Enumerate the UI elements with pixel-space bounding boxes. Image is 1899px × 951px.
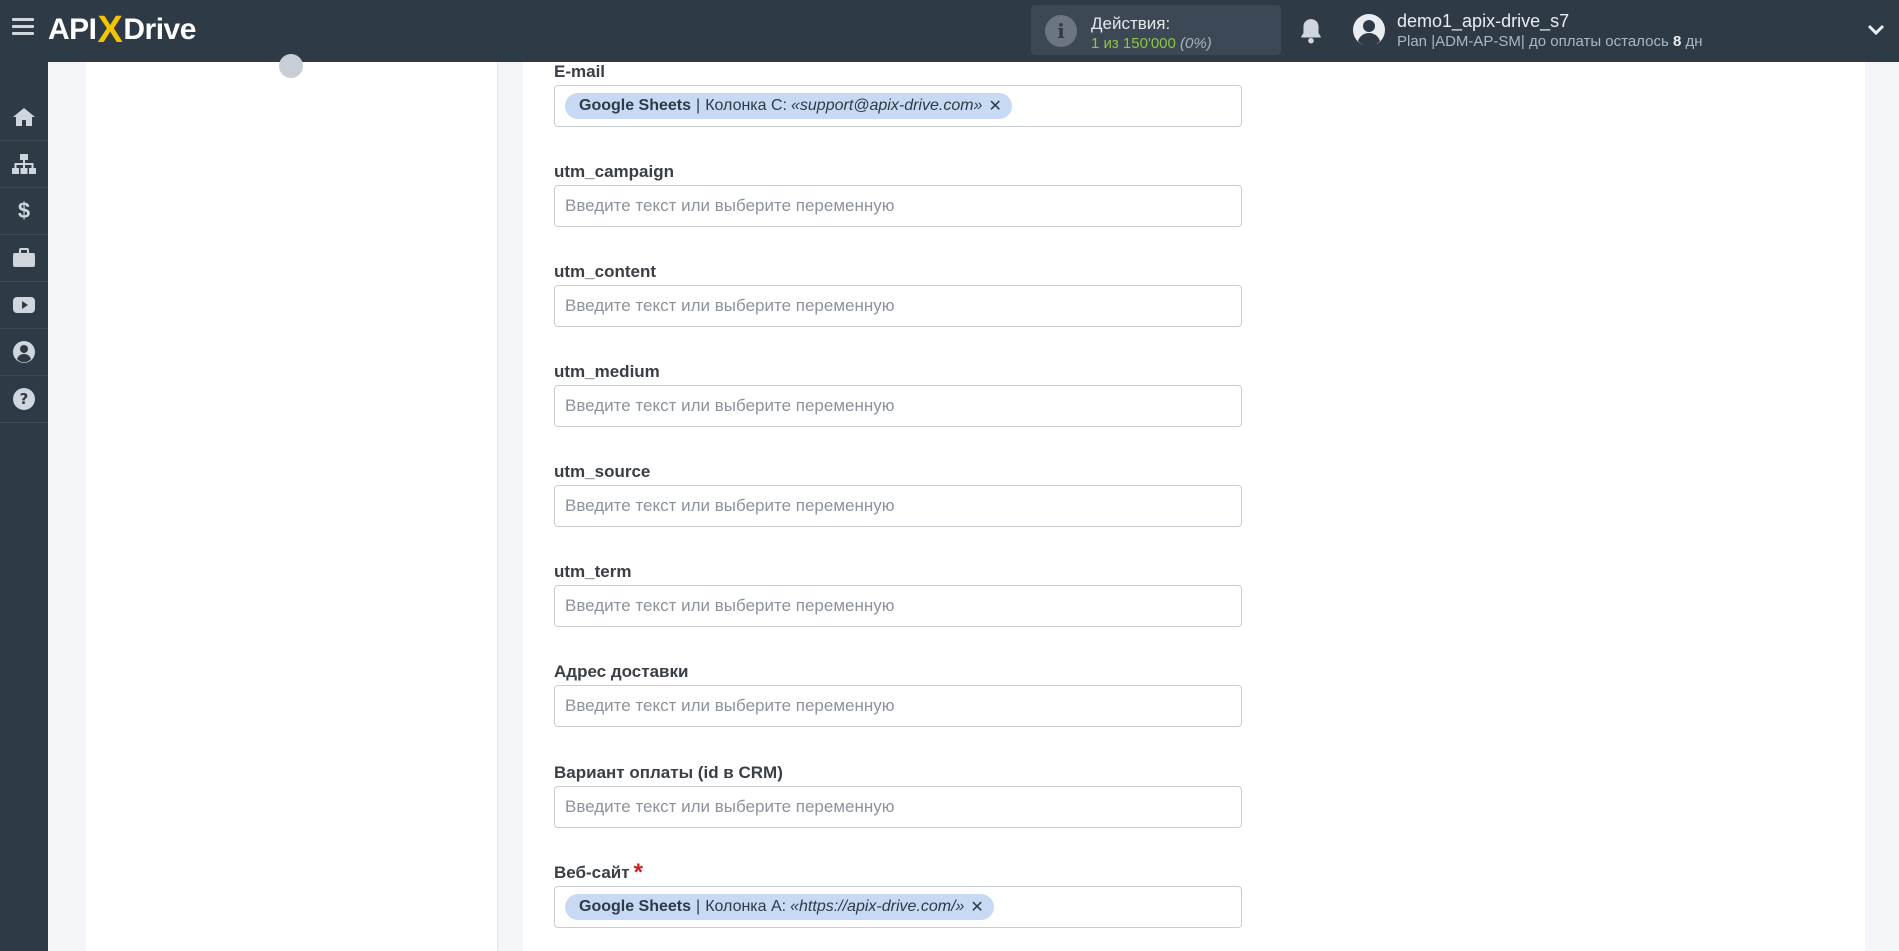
sitemap-icon — [12, 154, 36, 174]
bell-icon[interactable] — [1298, 17, 1324, 45]
utm-content-field[interactable]: Введите текст или выберите переменную — [554, 285, 1242, 327]
field-label: Вариант оплаты (id в CRM) — [554, 763, 783, 782]
svg-text:?: ? — [20, 390, 29, 408]
chevron-down-icon[interactable] — [1866, 22, 1886, 38]
info-icon: i — [1045, 15, 1077, 47]
sidebar: $ ? — [0, 62, 48, 951]
email-field[interactable]: Google Sheets | Колонка C: «support@apix-dr… — [554, 85, 1242, 127]
sidebar-item-video[interactable] — [0, 282, 48, 329]
field-label: Адрес доставки — [554, 662, 689, 681]
field-label: utm_campaign — [554, 162, 674, 181]
required-mark: * — [633, 859, 643, 886]
field-utm-source: utm_source Введите текст или выберите пе… — [554, 460, 1242, 527]
variable-chip[interactable]: Google Sheets | Колонка А: «https://apix-dr… — [565, 894, 994, 920]
sidebar-item-home[interactable] — [0, 94, 48, 141]
field-label: utm_medium — [554, 362, 660, 381]
user-name[interactable]: demo1_apix-drive_s7 — [1397, 11, 1569, 32]
field-utm-term: utm_term Введите текст или выберите пере… — [554, 560, 1242, 627]
sidebar-item-help[interactable]: ? — [0, 376, 48, 423]
payment-option-field[interactable]: Введите текст или выберите переменную — [554, 786, 1242, 828]
dollar-icon: $ — [17, 198, 31, 223]
sidebar-item-tools[interactable] — [0, 235, 48, 282]
field-website: Веб-сайт * Google Sheets | Колонка А: «https… — [554, 861, 1242, 928]
utm-term-field[interactable]: Введите текст или выберите переменную — [554, 585, 1242, 627]
user-circle-icon — [13, 341, 35, 363]
sidebar-item-profile[interactable] — [0, 329, 48, 376]
steps-panel — [86, 54, 498, 951]
field-label: utm_source — [554, 462, 651, 481]
field-label: utm_content — [554, 262, 656, 281]
sidebar-item-billing[interactable]: $ — [0, 188, 48, 235]
utm-medium-field[interactable]: Введите текст или выберите переменную — [554, 385, 1242, 427]
question-circle-icon: ? — [13, 388, 35, 410]
briefcase-icon — [13, 248, 35, 267]
variable-chip[interactable]: Google Sheets | Колонка C: «support@apix-dr… — [565, 93, 1012, 119]
remove-chip-icon[interactable]: ✕ — [988, 96, 1001, 116]
actions-count: 1 из 150'000 (0%) — [1091, 35, 1212, 52]
field-utm-content: utm_content Введите текст или выберите п… — [554, 260, 1242, 327]
step-indicator — [279, 54, 303, 78]
home-icon — [13, 108, 35, 126]
utm-campaign-field[interactable]: Введите текст или выберите переменную — [554, 185, 1242, 227]
website-field[interactable]: Google Sheets | Колонка А: «https://apix-dr… — [554, 886, 1242, 928]
field-delivery-address: Адрес доставки Введите текст или выберит… — [554, 660, 1242, 727]
field-label: Веб-сайт * — [554, 859, 643, 886]
field-utm-campaign: utm_campaign Введите текст или выберите … — [554, 160, 1242, 227]
hamburger-menu-icon[interactable] — [12, 18, 34, 40]
utm-source-field[interactable]: Введите текст или выберите переменную — [554, 485, 1242, 527]
youtube-icon — [13, 297, 35, 313]
user-plan: Plan |ADM-AP-SM| до оплаты осталось 8 дн — [1397, 33, 1703, 50]
field-email: E-mail Google Sheets | Колонка C: «support@… — [554, 60, 1242, 127]
remove-chip-icon[interactable]: ✕ — [970, 897, 983, 917]
delivery-address-field[interactable]: Введите текст или выберите переменную — [554, 685, 1242, 727]
field-utm-medium: utm_medium Введите текст или выберите пе… — [554, 360, 1242, 427]
field-label: utm_term — [554, 562, 632, 581]
actions-title: Действия: — [1091, 14, 1171, 33]
avatar-icon[interactable] — [1352, 13, 1386, 47]
top-bar: API X Drive i Действия: 1 из 150'000 (0%) … — [0, 0, 1899, 62]
field-label: E-mail — [554, 62, 606, 81]
actions-counter[interactable]: i Действия: 1 из 150'000 (0%) — [1031, 5, 1281, 55]
sidebar-item-connections[interactable] — [0, 141, 48, 188]
apix-drive-logo[interactable]: API X Drive — [48, 9, 196, 51]
field-payment-option: Вариант оплаты (id в CRM) Введите текст … — [554, 761, 1242, 828]
